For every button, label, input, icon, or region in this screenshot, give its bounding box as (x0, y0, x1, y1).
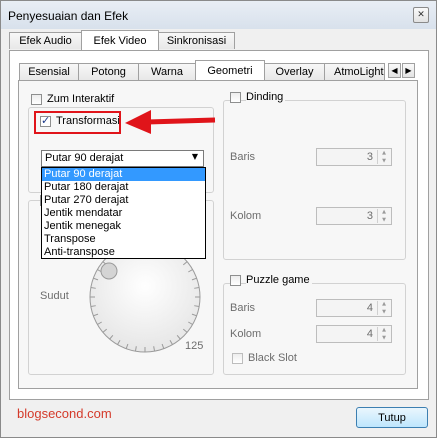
transform-select-value: Putar 90 derajat (45, 152, 124, 164)
tab-warna[interactable]: Warna (138, 63, 196, 80)
option-rotate-90[interactable]: Putar 90 derajat (42, 168, 205, 181)
wall-cols-stepper[interactable]: 3 ▲ ▼ (316, 207, 392, 225)
puzzle-cols-value: 4 (366, 328, 373, 340)
tab-scroll-left-icon[interactable]: ◀ (388, 63, 401, 78)
stepper-arrows-icon[interactable]: ▲ ▼ (377, 327, 390, 341)
window-title: Penyesuaian dan Efek (8, 9, 129, 23)
tab-scroll-right-icon[interactable]: ▶ (402, 63, 415, 78)
angle-label: Sudut (40, 290, 69, 302)
wall-checkbox[interactable] (230, 92, 241, 103)
tab-esensial[interactable]: Esensial (19, 63, 79, 80)
annotation-arrow-icon (125, 110, 216, 134)
wall-rows-label: Baris (230, 151, 256, 163)
watermark-text: blogsecond.com (17, 406, 112, 421)
tab-overlay[interactable]: Overlay (264, 63, 325, 80)
transform-select[interactable]: Putar 90 derajat ▼ (41, 150, 204, 167)
option-rotate-270[interactable]: Putar 270 derajat (42, 194, 205, 207)
interactive-zoom-checkbox[interactable] (31, 94, 42, 105)
transform-highlight-box (34, 111, 121, 134)
puzzle-checkbox[interactable] (230, 275, 241, 286)
option-anti-transpose[interactable]: Anti-transpose (42, 246, 205, 259)
effects-dialog: Penyesuaian dan Efek ✕ Efek Audio Efek V… (0, 0, 437, 438)
puzzle-label: Puzzle game (246, 274, 312, 286)
puzzle-cols-label: Kolom (230, 328, 262, 340)
black-slot-label: Black Slot (248, 352, 297, 364)
option-flip-vertical[interactable]: Jentik menegak (42, 220, 205, 233)
wall-group (223, 100, 406, 260)
stepper-arrows-icon[interactable]: ▲ ▼ (377, 301, 390, 315)
tab-sinkronisasi[interactable]: Sinkronisasi (158, 32, 235, 49)
tab-efek-audio[interactable]: Efek Audio (9, 32, 82, 49)
chevron-down-icon: ▼ (191, 152, 198, 161)
interactive-zoom-label: Zum Interaktif (47, 93, 115, 105)
option-transpose[interactable]: Transpose (42, 233, 205, 246)
close-button[interactable]: Tutup (356, 407, 428, 428)
black-slot-checkbox[interactable] (232, 353, 243, 364)
tab-atmolight[interactable]: AtmoLight (324, 63, 385, 80)
tab-potong[interactable]: Potong (78, 63, 139, 80)
option-rotate-180[interactable]: Putar 180 derajat (42, 181, 205, 194)
angle-value: 125 (185, 340, 204, 352)
wall-rows-stepper[interactable]: 3 ▲ ▼ (316, 148, 392, 166)
stepper-arrows-icon[interactable]: ▲ ▼ (377, 150, 390, 164)
wall-cols-value: 3 (366, 210, 373, 222)
wall-rows-value: 3 (366, 151, 373, 163)
wall-cols-label: Kolom (230, 210, 262, 222)
puzzle-cols-stepper[interactable]: 4 ▲ ▼ (316, 325, 392, 343)
puzzle-rows-stepper[interactable]: 4 ▲ ▼ (316, 299, 392, 317)
title-bar[interactable]: Penyesuaian dan Efek ✕ (1, 1, 436, 29)
puzzle-rows-value: 4 (366, 302, 373, 314)
tab-geometri[interactable]: Geometri (195, 60, 265, 80)
close-icon[interactable]: ✕ (413, 7, 429, 23)
puzzle-rows-label: Baris (230, 302, 256, 314)
option-flip-horizontal[interactable]: Jentik mendatar (42, 207, 205, 220)
transform-options-list[interactable]: Putar 90 derajat Putar 180 derajat Putar… (41, 167, 206, 259)
wall-label: Dinding (246, 91, 286, 103)
stepper-arrows-icon[interactable]: ▲ ▼ (377, 209, 390, 223)
tab-efek-video[interactable]: Efek Video (81, 30, 159, 50)
dial-knob[interactable] (100, 262, 118, 280)
